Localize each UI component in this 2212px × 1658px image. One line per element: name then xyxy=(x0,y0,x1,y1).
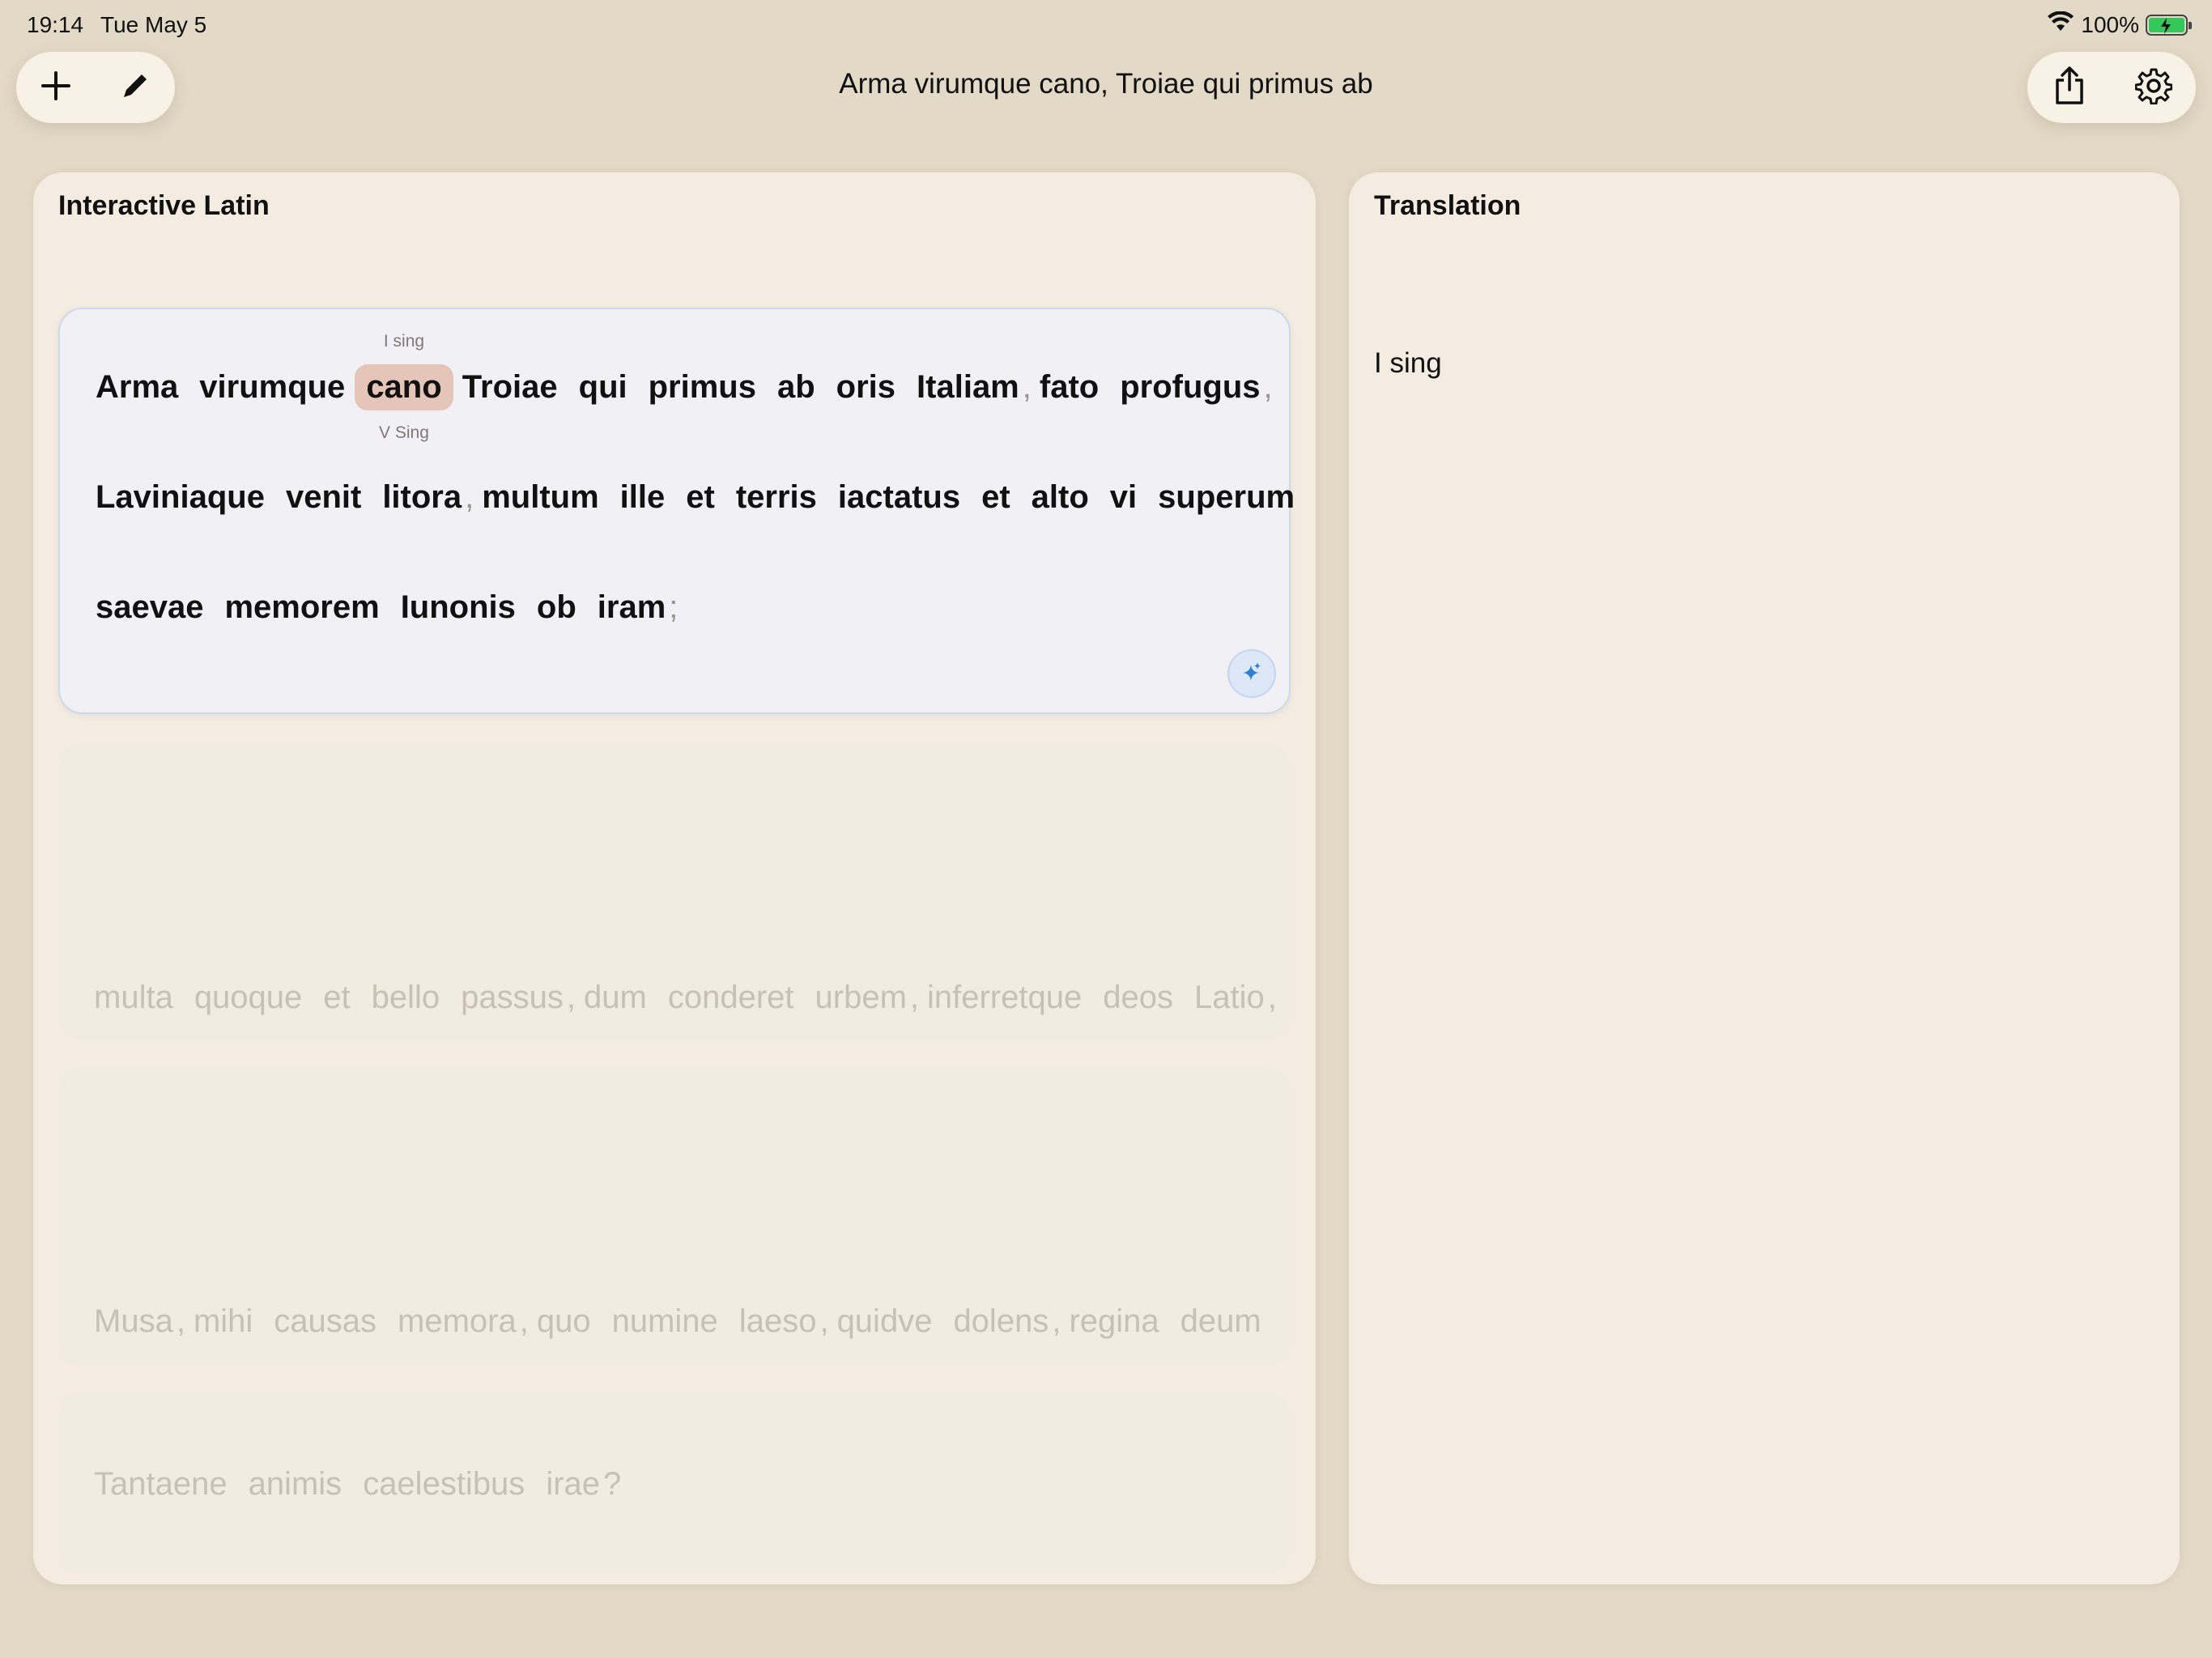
sentence-line: Tantaene animis caelestibus irae? xyxy=(94,1460,629,1508)
status-date: Tue May 5 xyxy=(100,12,207,37)
punctuation: , xyxy=(1267,979,1277,1015)
latin-word[interactable]: bello xyxy=(372,980,440,1016)
status-time: 19:14 xyxy=(27,12,84,37)
latin-word[interactable]: litora xyxy=(382,479,462,516)
latin-word[interactable]: multa xyxy=(94,980,173,1016)
latin-word[interactable]: causas xyxy=(274,1303,376,1340)
punctuation: , xyxy=(1022,368,1032,405)
latin-word[interactable]: numine xyxy=(612,1303,718,1340)
latin-word[interactable]: quoque xyxy=(194,980,302,1016)
latin-word[interactable]: passus xyxy=(461,980,564,1016)
latin-word[interactable]: conderet xyxy=(668,980,794,1016)
status-indicators: 100% xyxy=(2047,11,2192,38)
latin-word[interactable]: laeso xyxy=(739,1303,817,1340)
document-title: Arma virumque cano, Troiae qui primus ab xyxy=(839,68,1373,100)
share-icon xyxy=(2052,66,2087,110)
latin-word[interactable]: Laviniaque xyxy=(96,479,265,516)
panel-title-interactive-latin: Interactive Latin xyxy=(58,190,270,221)
latin-word[interactable]: iram xyxy=(598,589,666,626)
sentence-line: ArmavirumquecanoI singV Sing,Troiaequipr… xyxy=(96,332,1281,442)
latin-word[interactable]: quidve xyxy=(837,1303,933,1340)
word-gloss: I sing xyxy=(383,331,425,351)
punctuation: , xyxy=(1052,1303,1061,1339)
punctuation: , xyxy=(176,1303,185,1339)
word-pos-tag: V Sing xyxy=(379,423,429,442)
sentence-card[interactable]: Tantaene animis caelestibus irae? xyxy=(58,1392,1291,1575)
translation-panel: Translation I sing xyxy=(1349,172,2180,1584)
latin-word[interactable]: Troiae xyxy=(462,369,558,406)
latin-word[interactable]: multum xyxy=(482,479,598,516)
sentence-card[interactable]: multa quoque et bello passus, dum conderet urbe… xyxy=(58,743,1291,1125)
share-button[interactable] xyxy=(2040,58,2099,117)
latin-word[interactable]: deum xyxy=(1180,1303,1261,1340)
latin-word[interactable]: deos xyxy=(1103,980,1173,1016)
toolbar-right xyxy=(2027,52,2196,123)
latin-word[interactable]: fato xyxy=(1040,369,1099,406)
sentence-card-active[interactable]: ArmavirumquecanoI singV Sing,Troiaequipr… xyxy=(58,308,1295,714)
latin-word[interactable]: superum xyxy=(1158,479,1295,516)
punctuation: ? xyxy=(603,1465,622,1502)
latin-word[interactable]: saevae xyxy=(96,589,203,626)
latin-word[interactable]: irae xyxy=(546,1466,600,1503)
latin-word[interactable]: inferretque xyxy=(927,980,1082,1016)
sentence-line: Laviniaque venit litora, multum ille et terris… xyxy=(96,473,1316,521)
latin-word[interactable]: ob xyxy=(537,589,576,626)
latin-word[interactable]: ille xyxy=(620,479,666,516)
latin-word[interactable]: memora xyxy=(398,1303,517,1340)
interactive-latin-panel: Interactive Latin Arma virumque cano I sing… xyxy=(33,172,1316,1584)
latin-word[interactable]: caelestibus xyxy=(363,1466,525,1503)
latin-word[interactable]: profugus xyxy=(1120,369,1260,406)
latin-word[interactable]: alto xyxy=(1032,479,1089,516)
latin-word[interactable]: mihi xyxy=(194,1303,253,1340)
punctuation: , xyxy=(465,478,474,515)
sentence-line: saevae memorem Iunonis ob iram; xyxy=(96,583,686,631)
latin-word[interactable]: vi xyxy=(1110,479,1137,516)
punctuation: , xyxy=(1263,368,1273,405)
ai-analyze-button[interactable] xyxy=(1227,649,1276,698)
gear-icon xyxy=(2134,67,2173,108)
panel-title-translation: Translation xyxy=(1374,190,1521,221)
latin-word[interactable]: animis xyxy=(249,1466,342,1503)
punctuation: , xyxy=(819,1303,829,1339)
latin-word[interactable]: dolens xyxy=(953,1303,1049,1340)
latin-word[interactable]: Arma xyxy=(96,369,178,406)
latin-word[interactable]: primus xyxy=(649,369,756,406)
latin-word[interactable]: Tantaene xyxy=(94,1466,228,1503)
latin-word[interactable]: memorem xyxy=(224,589,379,626)
sentence-card[interactable]: Musa, mihi causas memora, quo numine laeso, qui… xyxy=(58,1067,1291,1449)
latin-word[interactable]: virumque xyxy=(199,369,345,406)
latin-word[interactable]: oris xyxy=(836,369,895,406)
battery-icon xyxy=(2146,14,2192,36)
latin-word-selected[interactable]: cano I sing V Sing xyxy=(355,332,453,442)
latin-word[interactable]: terris xyxy=(736,479,817,516)
latin-word[interactable]: quo xyxy=(537,1303,591,1340)
latin-word[interactable]: venit xyxy=(286,479,361,516)
latin-word[interactable]: Italiam xyxy=(917,369,1019,406)
punctuation: ; xyxy=(669,589,678,625)
latin-word[interactable]: Musa xyxy=(94,1303,173,1340)
latin-word[interactable]: Latio xyxy=(1194,980,1265,1016)
sentence-line: Musa, mihi causas memora, quo numine laeso, qui… xyxy=(94,1297,1283,1346)
status-bar: 19:14 Tue May 5 100% xyxy=(0,0,2212,52)
punctuation: , xyxy=(566,979,576,1015)
sparkle-icon xyxy=(1240,660,1264,688)
latin-word[interactable]: urbem xyxy=(815,980,907,1016)
battery-percent: 100% xyxy=(2081,11,2139,37)
latin-word[interactable]: regina xyxy=(1069,1303,1159,1340)
latin-word[interactable]: qui xyxy=(579,369,627,406)
latin-word[interactable]: et xyxy=(686,479,715,516)
punctuation: , xyxy=(519,1303,529,1339)
latin-word[interactable]: Iunonis xyxy=(401,589,516,626)
latin-word[interactable]: et xyxy=(323,980,350,1016)
latin-word[interactable]: et xyxy=(981,479,1010,516)
sentence-line: multa quoque et bello passus, dum conderet urbe… xyxy=(94,973,1285,1022)
punctuation: , xyxy=(909,979,920,1015)
wifi-icon xyxy=(2047,11,2074,38)
translation-text: I sing xyxy=(1374,347,1442,379)
settings-button[interactable] xyxy=(2125,58,2183,117)
latin-word[interactable]: iactatus xyxy=(838,479,960,516)
latin-word[interactable]: ab xyxy=(777,369,815,406)
latin-word[interactable]: dum xyxy=(584,980,647,1016)
